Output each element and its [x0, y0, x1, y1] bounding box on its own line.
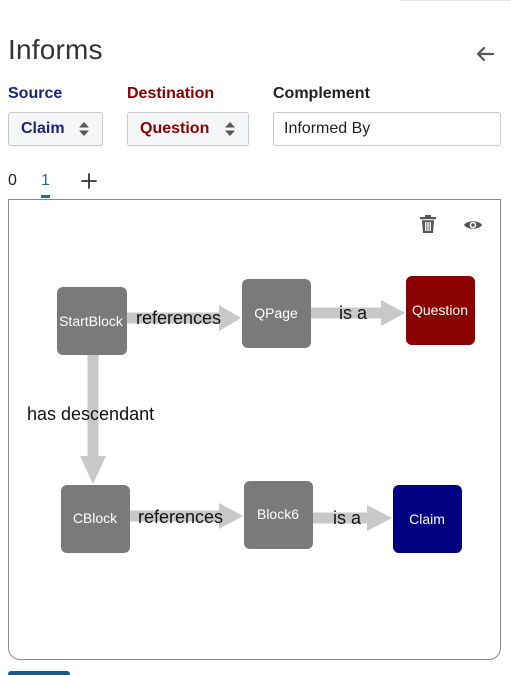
edge-label: has descendant — [27, 404, 154, 424]
destination-select-value: Question — [140, 120, 210, 137]
graph-node-cblock[interactable]: CBlock — [61, 485, 130, 553]
node-label: CBlock — [73, 510, 118, 526]
destination-select[interactable]: Question — [127, 112, 249, 146]
sort-caret-icon — [78, 121, 90, 137]
page-title: Informs — [8, 34, 103, 65]
query-panel: references is a has descendant reference… — [8, 199, 501, 660]
complement-input[interactable] — [273, 112, 501, 146]
arrow-left-icon — [476, 46, 495, 62]
destination-label: Destination — [127, 85, 215, 102]
back-button[interactable] — [470, 40, 500, 68]
source-select[interactable]: Claim — [8, 112, 103, 146]
add-tab-button[interactable] — [80, 170, 98, 197]
node-label: Question — [412, 302, 468, 318]
graph-node-question[interactable]: Question — [406, 276, 475, 345]
active-tab-indicator — [41, 195, 50, 198]
graph-node-claim[interactable]: Claim — [393, 485, 462, 553]
edge-label: is a — [339, 303, 368, 323]
node-label: Block6 — [257, 506, 299, 522]
graph-node-qpage[interactable]: QPage — [242, 279, 311, 348]
sort-caret-icon — [224, 121, 236, 137]
node-label: StartBlock — [59, 313, 124, 329]
graph-node-startblock[interactable]: StartBlock — [57, 287, 127, 355]
edge-label: is a — [333, 508, 362, 528]
edge-label: references — [138, 507, 223, 527]
graph-node-block6[interactable]: Block6 — [244, 481, 313, 549]
tab-0[interactable]: 0 — [8, 172, 17, 190]
node-label: QPage — [254, 305, 298, 321]
edge-label: references — [136, 308, 221, 328]
plus-icon — [81, 173, 97, 189]
source-label: Source — [8, 85, 63, 102]
node-label: Claim — [409, 511, 445, 527]
tab-1[interactable]: 1 — [41, 172, 50, 190]
graph-canvas: references is a has descendant reference… — [27, 276, 475, 553]
source-select-value: Claim — [21, 120, 65, 137]
bottom-button[interactable] — [8, 671, 70, 675]
top-divider — [400, 0, 511, 1]
complement-label: Complement — [273, 85, 370, 102]
